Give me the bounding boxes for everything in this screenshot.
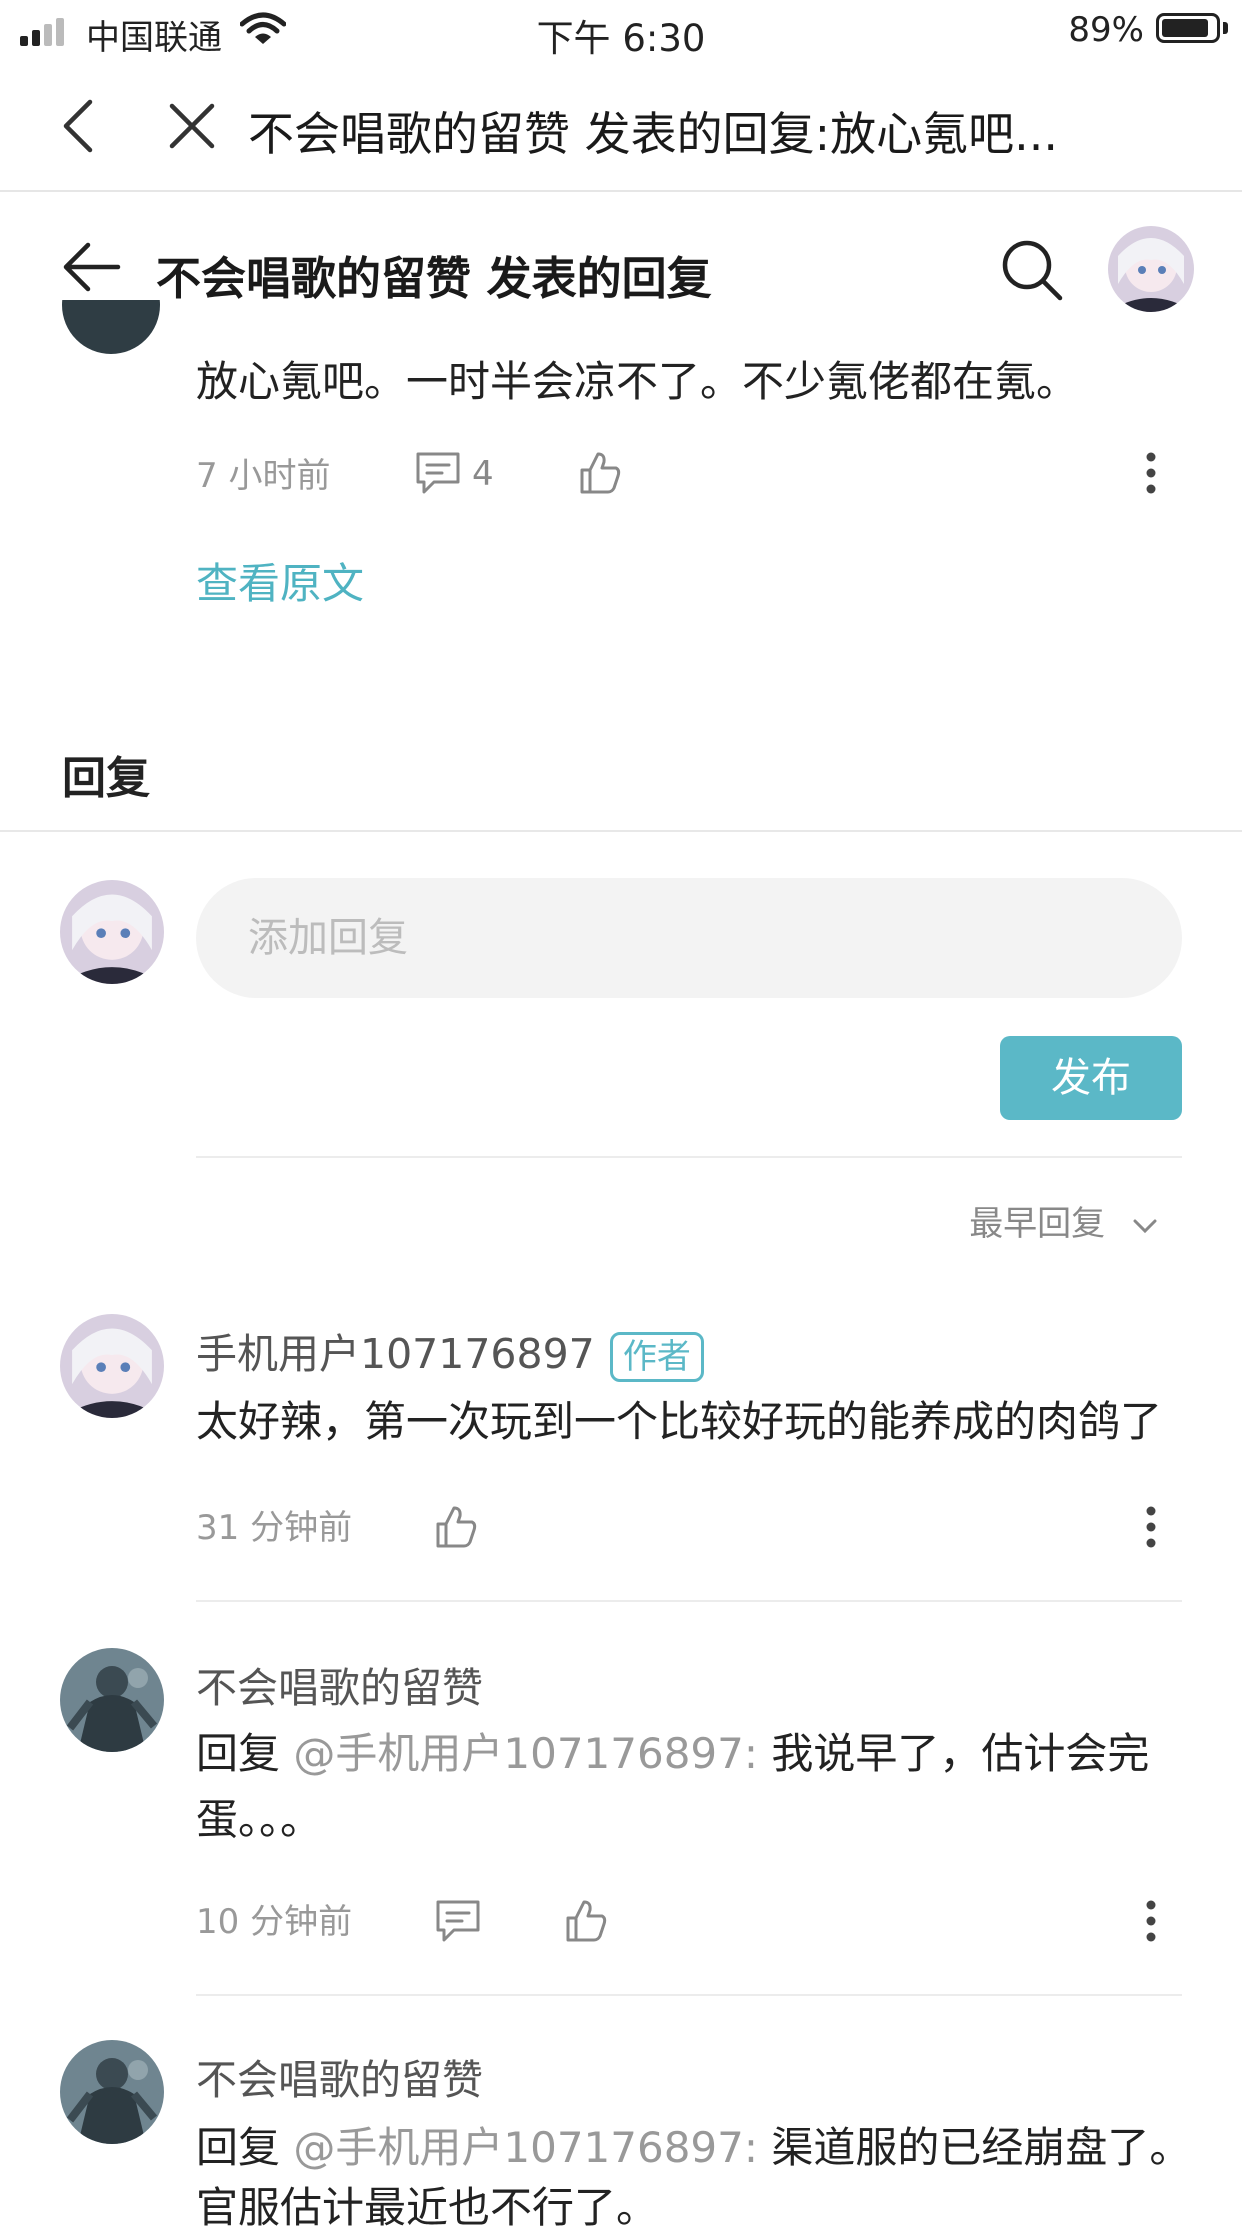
comment-icon[interactable] (434, 1898, 482, 1944)
more-icon[interactable] (1144, 1506, 1158, 1548)
user-avatar[interactable] (1108, 226, 1194, 312)
status-bar: 中国联通 下午 6:30 89% (0, 0, 1242, 62)
reply-text-line2: 官服估计最近也不行了。 (196, 2183, 659, 2232)
comment-icon[interactable] (414, 450, 462, 496)
reply-prefix: 回复 (196, 1729, 281, 1778)
reply-input-box[interactable] (196, 878, 1182, 998)
more-icon[interactable] (1144, 452, 1158, 494)
like-icon[interactable] (564, 1898, 608, 1944)
view-original-link[interactable]: 查看原文 (196, 550, 364, 611)
reply-text-line2: 蛋。。。 (196, 1795, 323, 1844)
reply-author[interactable]: 不会唱歌的留赞 (196, 2046, 483, 2106)
app-header: 不会唱歌的留赞 发表的回复 (0, 192, 1242, 342)
reply-author[interactable]: 手机用户107176897 (196, 1330, 595, 1378)
my-avatar (60, 880, 164, 984)
reply-author[interactable]: 不会唱歌的留赞 (196, 1654, 483, 1714)
sort-label: 最早回复 (969, 1204, 1106, 1244)
publish-button[interactable]: 发布 (1000, 1036, 1182, 1120)
battery-tip (1223, 22, 1228, 34)
sort-dropdown[interactable]: 最早回复 (969, 1196, 1158, 1245)
close-icon[interactable] (168, 102, 216, 150)
like-icon[interactable] (434, 1504, 478, 1550)
divider (196, 1600, 1182, 1602)
section-divider (0, 830, 1242, 832)
mention-link[interactable]: @手机用户107176897: (293, 2123, 758, 2172)
original-avatar (62, 300, 160, 366)
browser-title: 不会唱歌的留赞 发表的回复:放心氪吧... (248, 107, 1058, 161)
battery-percent: 89% (1068, 10, 1144, 50)
comment-count: 4 (472, 454, 494, 494)
search-icon[interactable] (1000, 238, 1064, 302)
reply-text-line1: 回复 @手机用户107176897: 我说早了，估计会完 (196, 1722, 1149, 1786)
page-title: 不会唱歌的留赞 发表的回复 (156, 252, 712, 305)
reply-body: 我说早了，估计会完 (771, 1729, 1150, 1778)
original-post-text: 放心氪吧。一时半会凉不了。不少氪佬都在氪。 (196, 357, 1079, 406)
reply-time: 10 分钟前 (196, 1902, 353, 1942)
reply-header: 手机用户107176897 作者 (196, 1320, 704, 1382)
like-icon[interactable] (578, 450, 622, 496)
reply-text-line1: 回复 @手机用户107176897: 渠道服的已经崩盘了。 (196, 2116, 1191, 2180)
reply-prefix: 回复 (196, 2123, 281, 2172)
more-icon[interactable] (1144, 1900, 1158, 1942)
back-chevron-icon[interactable] (60, 98, 96, 154)
divider (196, 1156, 1182, 1158)
replies-heading: 回复 (62, 753, 150, 804)
reply-input[interactable] (196, 878, 1128, 998)
chevron-down-icon (1133, 1219, 1157, 1233)
reply-time: 31 分钟前 (196, 1508, 353, 1548)
reply-body: 渠道服的已经崩盘了。 (771, 2123, 1192, 2172)
back-arrow-icon[interactable] (60, 240, 122, 294)
reply-avatar[interactable] (60, 2040, 164, 2144)
mention-link[interactable]: @手机用户107176897: (293, 1729, 758, 1778)
reply-text: 太好辣，第一次玩到一个比较好玩的能养成的肉鸽了 (196, 1397, 1163, 1446)
battery-icon (1156, 13, 1220, 43)
original-time: 7 小时前 (196, 456, 331, 496)
divider (196, 1994, 1182, 1996)
reply-avatar[interactable] (60, 1648, 164, 1752)
author-badge: 作者 (609, 1332, 704, 1382)
status-time: 下午 6:30 (536, 17, 706, 60)
browser-bar: 不会唱歌的留赞 发表的回复:放心氪吧... (0, 62, 1242, 192)
reply-avatar[interactable] (60, 1314, 164, 1418)
